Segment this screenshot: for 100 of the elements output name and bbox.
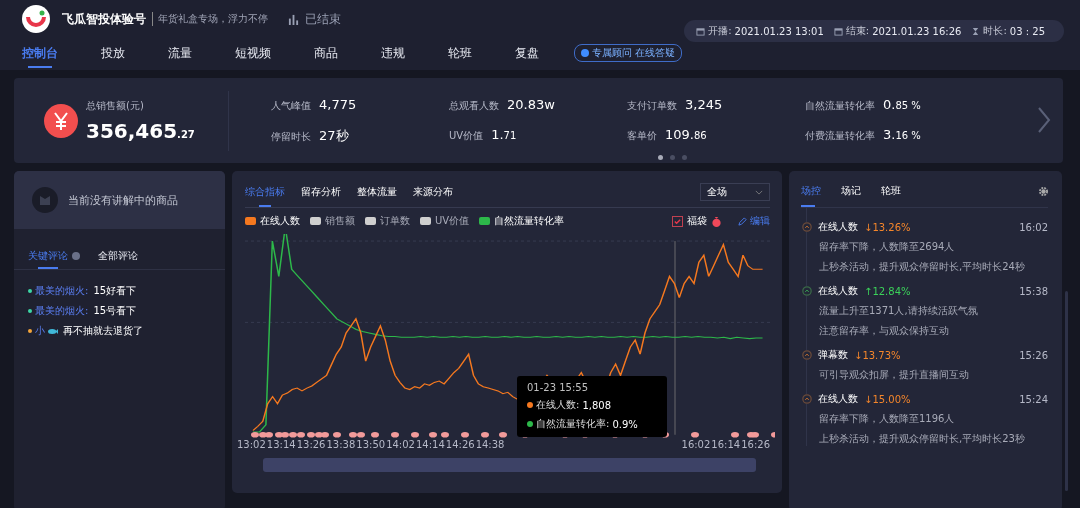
axis-label: 16:26 xyxy=(741,439,770,450)
legend-label[interactable]: UV价值 xyxy=(435,214,470,228)
calendar-icon xyxy=(696,26,706,36)
event-note: 留存率下降，人数降至2694人 xyxy=(819,240,956,254)
logo-icon xyxy=(22,5,50,33)
event-marker[interactable] xyxy=(321,431,329,438)
chart-tab[interactable]: 来源分布 xyxy=(413,177,453,207)
bar-chart-icon xyxy=(288,13,299,25)
event-marker[interactable] xyxy=(265,431,273,438)
scrollbar-thumb[interactable] xyxy=(1065,291,1068,491)
tooltip-label: 自然流量转化率: xyxy=(536,417,610,431)
nav-tab[interactable]: 商品 xyxy=(314,38,338,68)
event-marker[interactable] xyxy=(771,431,775,438)
event-marker[interactable] xyxy=(481,431,489,438)
chevron-down-icon xyxy=(755,189,763,195)
settings-icon[interactable] xyxy=(1039,186,1048,196)
side-tab[interactable]: 场控 xyxy=(801,175,821,207)
page-dot[interactable] xyxy=(658,155,663,160)
event-marker[interactable] xyxy=(315,431,323,438)
event-marker[interactable] xyxy=(691,431,699,438)
legend-swatch[interactable] xyxy=(245,217,256,225)
event-marker[interactable] xyxy=(307,431,315,438)
hourglass-icon xyxy=(971,26,981,36)
event-note: 上秒杀活动，提升观众停留时长,平均时长24秒 xyxy=(819,260,1026,274)
event-marker[interactable] xyxy=(357,431,365,438)
stat-label: 付费流量转化率 xyxy=(805,128,875,143)
edit-link[interactable]: 编辑 xyxy=(750,214,770,228)
event-marker[interactable] xyxy=(461,431,469,438)
event-title: 在线人数 xyxy=(818,220,858,234)
legend-swatch[interactable] xyxy=(310,217,321,225)
chart-tab[interactable]: 留存分析 xyxy=(301,177,341,207)
event-title: 在线人数 xyxy=(818,392,858,406)
box-icon xyxy=(32,187,58,213)
stream-subtitle: 年货礼盒专场，浮力不停 xyxy=(152,12,268,26)
legend-label[interactable]: 在线人数 xyxy=(260,214,300,228)
legend-swatch[interactable] xyxy=(420,217,431,225)
checkbox[interactable] xyxy=(672,215,683,227)
chevron-circle-icon xyxy=(802,394,812,404)
event-marker[interactable] xyxy=(333,431,341,438)
event-marker[interactable] xyxy=(441,431,449,438)
legend-swatch[interactable] xyxy=(479,217,491,225)
nav-tab[interactable]: 控制台 xyxy=(22,38,58,68)
event-note: 流量上升至1371人,请持续活跃气氛 xyxy=(819,304,979,318)
pencil-icon xyxy=(738,216,747,226)
tooltip-value: 0.9% xyxy=(612,418,638,430)
nav-tab[interactable]: 轮班 xyxy=(448,38,472,68)
event-time: 15:24 xyxy=(1019,393,1048,405)
event-note: 上秒杀活动，提升观众停留时长,平均时长23秒 xyxy=(819,432,1026,446)
nav-tab[interactable]: 短视频 xyxy=(235,38,271,68)
chevron-circle-icon xyxy=(802,222,812,232)
legend-label[interactable]: 销售额 xyxy=(325,214,355,228)
page-dot[interactable] xyxy=(682,155,687,160)
axis-label: 16:14 xyxy=(711,439,741,450)
nav-tab[interactable]: 违规 xyxy=(381,38,405,68)
chevron-circle-icon xyxy=(802,286,812,296)
event-marker[interactable] xyxy=(371,431,379,438)
comment-user: 最美的烟火: xyxy=(35,304,89,318)
event-marker[interactable] xyxy=(275,431,283,438)
comment-text: 15号看下 xyxy=(93,304,137,318)
comment-tab[interactable]: 全部评论 xyxy=(98,243,138,269)
event-marker[interactable] xyxy=(429,431,437,438)
legend-label[interactable]: 订单数 xyxy=(380,214,410,228)
axis-label: 13:26 xyxy=(296,439,326,450)
nav-tab[interactable]: 投放 xyxy=(101,38,125,68)
comment-user: 小 xyxy=(35,324,45,338)
page-dot[interactable] xyxy=(670,155,675,160)
stat-label: 自然流量转化率 xyxy=(805,98,875,113)
event-marker[interactable] xyxy=(289,431,297,438)
event-marker[interactable] xyxy=(391,431,399,438)
legend-swatch[interactable] xyxy=(365,217,376,225)
axis-label: 14:14 xyxy=(415,439,445,450)
axis-label: 13:02 xyxy=(237,439,266,450)
comment-tab[interactable]: 关键评论 xyxy=(28,243,80,269)
side-tab[interactable]: 场记 xyxy=(841,175,861,207)
advisor-badge[interactable]: 专属顾问 在线答疑 xyxy=(574,44,683,62)
nav-tab[interactable]: 流量 xyxy=(168,38,192,68)
event-marker[interactable] xyxy=(411,431,419,438)
event-time: 16:02 xyxy=(1019,221,1048,233)
chart-tab[interactable]: 整体流量 xyxy=(357,177,397,207)
nav-tab[interactable]: 复盘 xyxy=(515,38,539,68)
event-marker[interactable] xyxy=(297,431,305,438)
event-marker[interactable] xyxy=(751,431,759,438)
event-marker[interactable] xyxy=(251,431,259,438)
axis-label: 14:26 xyxy=(445,439,475,450)
legend-label[interactable]: 自然流量转化率 xyxy=(494,214,565,228)
event-marker[interactable] xyxy=(499,431,507,438)
axis-label: 16:02 xyxy=(681,439,711,450)
scope-select[interactable]: 全场 xyxy=(700,183,770,201)
end-time: 2021.01.23 16:26 xyxy=(872,25,962,37)
event-change: ↑12.84% xyxy=(864,285,911,297)
stat-value: 20.83w xyxy=(507,96,555,112)
event-marker[interactable] xyxy=(259,431,267,438)
event-marker[interactable] xyxy=(349,431,357,438)
chart-tab[interactable]: 综合指标 xyxy=(245,177,285,207)
event-marker[interactable] xyxy=(281,431,289,438)
yen-icon xyxy=(44,103,78,138)
stat-value: 3,245 xyxy=(685,96,723,112)
side-tab[interactable]: 轮班 xyxy=(881,175,901,207)
axis-label: 13:50 xyxy=(356,439,386,450)
event-marker[interactable] xyxy=(731,431,739,438)
